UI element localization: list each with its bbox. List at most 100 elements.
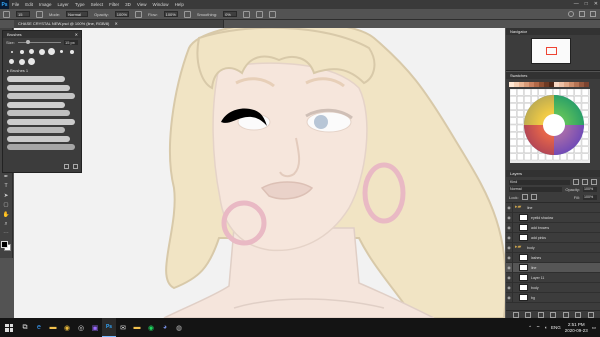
palette-cell[interactable] — [531, 89, 539, 96]
brush-stroke-preview[interactable] — [7, 135, 70, 142]
discord-icon[interactable]: ◕ — [158, 318, 172, 337]
color-palette[interactable] — [510, 89, 590, 163]
palette-cell[interactable] — [510, 110, 517, 118]
menu-3d[interactable]: 3D — [122, 2, 134, 7]
type-tool-icon[interactable]: T — [2, 182, 10, 190]
palette-cell[interactable] — [581, 95, 589, 103]
palette-cell[interactable] — [574, 153, 582, 161]
tray-chevron-icon[interactable]: ⌃ — [528, 325, 532, 331]
visibility-eye-icon[interactable]: ◉ — [506, 242, 513, 253]
palette-cell[interactable] — [510, 146, 517, 153]
palette-cell[interactable] — [516, 89, 524, 96]
brush-preset[interactable] — [18, 58, 25, 65]
palette-cell[interactable] — [574, 146, 582, 153]
filter-pixel-icon[interactable] — [573, 179, 579, 185]
delete-brush-icon[interactable] — [73, 164, 78, 169]
palette-cell[interactable] — [510, 139, 517, 146]
share-icon[interactable] — [590, 11, 596, 17]
volume-icon[interactable]: ◖ — [544, 325, 547, 330]
mode-select[interactable]: Normal — [66, 11, 89, 17]
layer-filter-kind[interactable]: Kind — [509, 179, 570, 185]
layer-row[interactable]: ◉ ▸▰ body — [506, 242, 600, 253]
swatches-title[interactable]: Swatches — [506, 72, 600, 79]
brush-preset[interactable] — [8, 58, 15, 65]
palette-cell[interactable] — [524, 146, 531, 153]
palette-cell[interactable] — [531, 153, 539, 161]
brush-size-knob[interactable] — [25, 40, 30, 44]
mail-icon[interactable]: ✉ — [116, 318, 130, 337]
layer-fill-field[interactable]: 100% — [583, 194, 597, 200]
palette-cell[interactable] — [510, 132, 517, 139]
brush-stroke-preview[interactable] — [7, 101, 65, 108]
menu-image[interactable]: Image — [36, 2, 55, 7]
new-group-icon[interactable] — [562, 311, 569, 318]
brush-settings-icon[interactable] — [36, 10, 43, 18]
shape-tool-icon[interactable]: ▢ — [2, 201, 10, 209]
palette-cell[interactable] — [581, 110, 589, 118]
brush-preset[interactable] — [18, 48, 25, 55]
brush-stroke-preview[interactable] — [7, 76, 65, 82]
layer-row[interactable]: ◉ ▸▰ line — [506, 202, 600, 213]
brush-stroke-preview[interactable] — [7, 110, 70, 116]
airbrush-icon[interactable] — [183, 10, 191, 18]
visibility-eye-icon[interactable]: ◉ — [506, 252, 513, 263]
brush-preset[interactable] — [28, 48, 35, 55]
palette-cell[interactable] — [510, 103, 517, 110]
menu-filter[interactable]: Filter — [106, 2, 122, 7]
filter-adjust-icon[interactable] — [582, 179, 588, 185]
palette-cell[interactable] — [516, 153, 524, 161]
symmetry-icon[interactable] — [269, 10, 277, 18]
smoothing-options-icon[interactable] — [243, 10, 251, 18]
visibility-eye-icon[interactable]: ◉ — [506, 292, 513, 303]
brush-size-value[interactable]: 15 px — [64, 40, 78, 45]
minimize-button[interactable]: — — [574, 0, 579, 9]
brush-preset[interactable] — [68, 48, 75, 55]
visibility-eye-icon[interactable]: ◉ — [506, 272, 513, 283]
palette-cell[interactable] — [516, 124, 524, 132]
brush-folder[interactable]: ▸ Brushes 1 — [3, 66, 81, 75]
flow-field[interactable]: 100% — [163, 11, 178, 17]
brushes-close-icon[interactable]: ✕ — [75, 31, 78, 38]
brushes-panel-title[interactable]: Brushes ✕ — [3, 31, 81, 38]
palette-cell[interactable] — [581, 89, 589, 96]
task-view-icon[interactable]: ⧉ — [18, 318, 32, 337]
path-select-icon[interactable]: ➤ — [2, 192, 10, 200]
brush-size-slider[interactable] — [17, 40, 61, 44]
navigator-view-box[interactable] — [546, 47, 557, 55]
steam-icon[interactable]: ◍ — [172, 318, 186, 337]
palette-cell[interactable] — [581, 103, 589, 110]
brush-preset[interactable] — [58, 48, 65, 55]
link-layers-icon[interactable] — [512, 311, 519, 318]
layer-mask-icon[interactable] — [537, 311, 544, 318]
foreground-color-swatch[interactable] — [1, 241, 8, 248]
palette-cell[interactable] — [516, 117, 524, 125]
document-tab[interactable]: CHASE CRYSTAL NEW.psd @ 100% (line, RGB/… — [14, 20, 224, 28]
palette-cell[interactable] — [516, 103, 524, 110]
palette-cell[interactable] — [510, 117, 517, 125]
file-explorer-icon[interactable]: ▬ — [46, 318, 60, 337]
palette-cell[interactable] — [581, 153, 589, 161]
pen-tool-icon[interactable]: ✒ — [2, 173, 10, 181]
network-icon[interactable]: ⌔ — [536, 325, 540, 331]
brush-preset[interactable] — [8, 48, 15, 55]
more-tools-icon[interactable]: ⋯ — [2, 230, 10, 238]
twitch-icon[interactable]: ▣ — [88, 318, 102, 337]
palette-cell[interactable] — [510, 89, 517, 96]
color-swatch[interactable] — [584, 82, 589, 87]
palette-cell[interactable] — [510, 153, 517, 161]
layer-row[interactable]: ◉ add pinks — [506, 232, 600, 243]
canvas[interactable] — [14, 28, 505, 318]
chrome-icon[interactable]: ◉ — [60, 318, 74, 337]
spotify-icon[interactable]: ◉ — [144, 318, 158, 337]
layer-row[interactable]: ◉ bg — [506, 292, 600, 303]
menu-edit[interactable]: Edit — [22, 2, 36, 7]
visibility-eye-icon[interactable]: ◉ — [506, 212, 513, 223]
menu-layer[interactable]: Layer — [55, 2, 72, 7]
menu-file[interactable]: File — [9, 2, 22, 7]
palette-cell[interactable] — [510, 124, 517, 132]
close-button[interactable]: ✕ — [594, 0, 598, 9]
visibility-eye-icon[interactable]: ◉ — [506, 282, 513, 293]
palette-cell[interactable] — [553, 89, 560, 96]
new-brush-icon[interactable] — [64, 164, 69, 169]
palette-cell[interactable] — [567, 89, 574, 96]
